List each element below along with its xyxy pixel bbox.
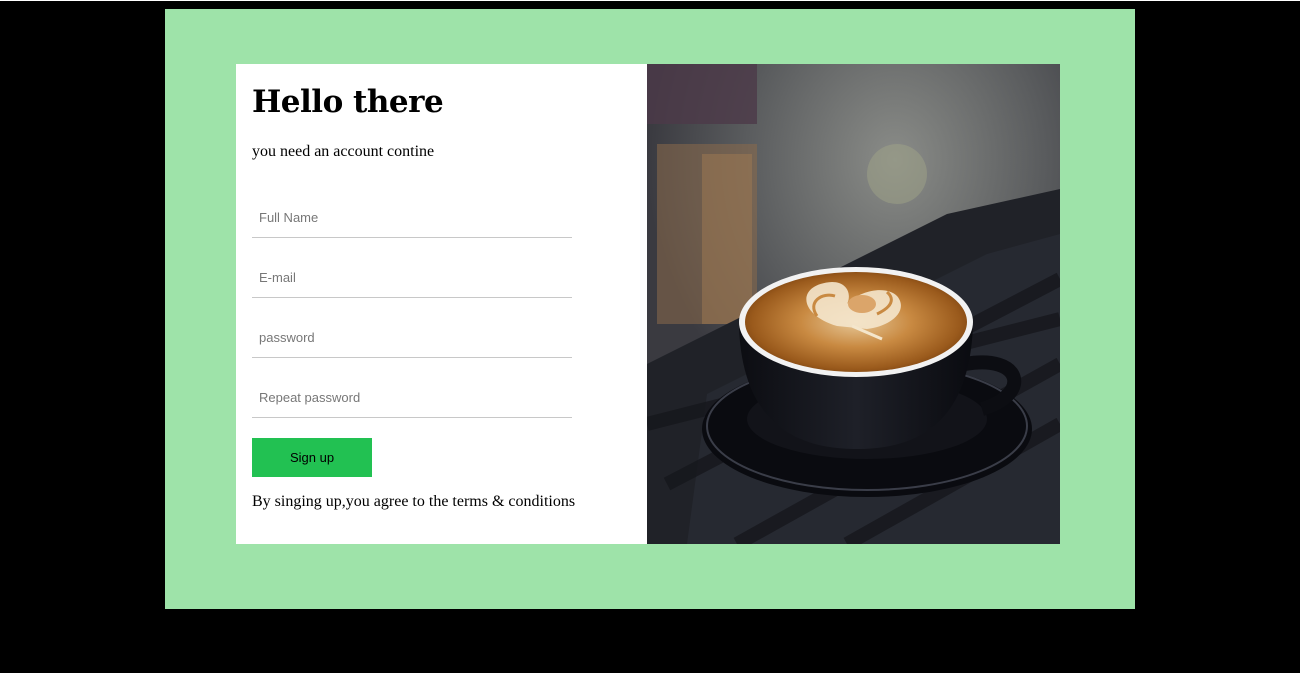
repeat-password-field[interactable] bbox=[252, 378, 572, 418]
page-title: Hello there bbox=[252, 84, 444, 120]
subtitle: you need an account contine bbox=[252, 143, 435, 160]
sign-up-button[interactable]: Sign up bbox=[252, 438, 372, 477]
password-field[interactable] bbox=[252, 318, 572, 358]
signup-form: Hello there you need an account contine … bbox=[236, 64, 647, 544]
signup-card: Hello there you need an account contine … bbox=[236, 64, 1060, 544]
terms-text: By singing up,you agree to the terms & c… bbox=[252, 493, 576, 510]
email-field[interactable] bbox=[252, 258, 572, 298]
signup-frame: Hello there you need an account contine … bbox=[165, 9, 1135, 609]
top-edge bbox=[0, 0, 1300, 1]
coffee-image bbox=[647, 64, 1060, 544]
coffee-cup-illustration bbox=[647, 64, 1060, 544]
full-name-field[interactable] bbox=[252, 198, 572, 238]
